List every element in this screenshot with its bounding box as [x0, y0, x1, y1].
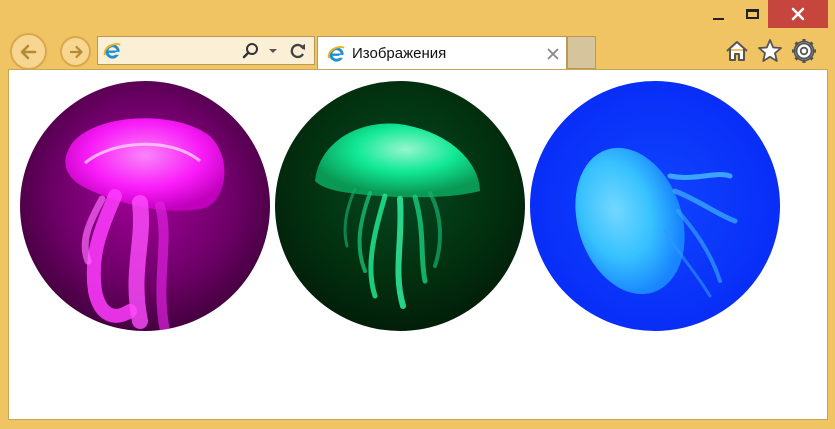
- green-jellyfish-image: [275, 81, 525, 331]
- tab-images[interactable]: Изображения: [317, 36, 567, 69]
- tab-close-icon[interactable]: [547, 48, 559, 60]
- forward-button[interactable]: [60, 36, 91, 67]
- refresh-icon[interactable]: [288, 41, 308, 61]
- magenta-jellyfish-image: [20, 81, 270, 331]
- maximize-icon: [745, 9, 759, 19]
- new-tab-button[interactable]: [567, 36, 596, 69]
- address-bar[interactable]: [97, 36, 315, 65]
- home-icon[interactable]: [724, 38, 750, 64]
- search-icon[interactable]: [242, 42, 260, 60]
- address-input[interactable]: [126, 40, 240, 62]
- close-icon: [791, 7, 805, 21]
- close-window-button[interactable]: [768, 0, 828, 28]
- gear-icon[interactable]: [791, 38, 817, 64]
- ie-logo-icon: [103, 43, 121, 59]
- tab-favicon-icon: [327, 46, 345, 62]
- forward-arrow-icon: [69, 45, 83, 58]
- back-button[interactable]: [10, 33, 47, 70]
- browser-window: Изображения: [0, 0, 835, 429]
- dropdown-arrow-icon[interactable]: [268, 48, 278, 54]
- tab-title: Изображения: [352, 45, 447, 62]
- maximize-button[interactable]: [738, 0, 766, 28]
- minimize-button[interactable]: [704, 0, 732, 28]
- minimize-icon: [712, 18, 724, 20]
- blue-jellyfish-image: [530, 81, 780, 331]
- favorites-star-icon[interactable]: [757, 38, 783, 64]
- back-arrow-icon: [20, 44, 36, 59]
- page-content: [8, 69, 828, 420]
